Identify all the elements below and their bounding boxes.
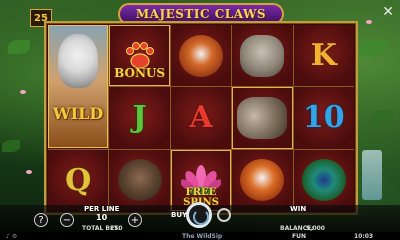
reel-cell-j: J [109, 87, 170, 149]
waterfall [362, 150, 382, 200]
reel-cell-10: 10 [293, 87, 354, 149]
petal-decoration [26, 170, 32, 174]
per-line-value: 10 [96, 213, 108, 222]
plus-button[interactable]: + [128, 213, 142, 227]
elephant-icon [237, 96, 288, 139]
buy-button[interactable]: BUY [171, 211, 187, 219]
minus-button[interactable]: − [60, 213, 74, 227]
game-title: MAJESTIC CLAWS [135, 7, 267, 21]
peacock-icon [301, 159, 346, 202]
reel-cell-k: K [293, 25, 354, 87]
win-label: WIN [290, 205, 307, 213]
reel-frame: BONUS K J A 10 Q FREE WILD [44, 21, 358, 215]
reel-cell-elephants [232, 87, 293, 149]
bonus-label: BONUS [114, 66, 166, 81]
status-bar: ♪ ⚙ The WildSip FUN 10:03 [0, 232, 400, 240]
reel-cell-bear [109, 149, 170, 211]
reel-cell-red-panda [232, 149, 293, 211]
leaf-decoration [372, 110, 394, 124]
j-symbol: J [132, 100, 147, 136]
leaf-decoration [2, 140, 20, 152]
elephant-icon [240, 34, 285, 77]
balance-value: 5,000 [306, 225, 325, 232]
petal-decoration [20, 90, 26, 94]
tiger-icon [58, 34, 98, 88]
reel-cell-q: Q [48, 149, 109, 211]
sound-icon[interactable]: ♪ ⚙ [6, 233, 17, 240]
red-panda-icon [178, 34, 223, 77]
q-symbol: Q [65, 162, 92, 198]
leaf-decoration [360, 40, 386, 56]
wild-label: WILD [52, 104, 104, 123]
spin-button[interactable] [186, 202, 212, 228]
currency-label: FUN [292, 233, 306, 240]
brand-label: The WildSip [182, 233, 223, 240]
reel-cell-bonus: BONUS [109, 25, 170, 87]
reel-cell-a: A [170, 87, 232, 149]
close-icon[interactable]: ✕ [382, 4, 394, 20]
per-line-label: PER LINE [84, 205, 120, 213]
ten-symbol: 10 [302, 100, 345, 136]
clock: 10:03 [354, 233, 374, 240]
reel-cell-peacock [293, 149, 354, 211]
wild-tiger-symbol: WILD [48, 25, 108, 148]
k-symbol: K [310, 38, 337, 74]
autoplay-icon[interactable] [217, 208, 231, 222]
reel-cell-elephant [232, 25, 293, 87]
help-button[interactable]: ? [34, 213, 48, 227]
red-panda-icon [240, 159, 285, 202]
leaf-decoration [8, 40, 30, 54]
bear-icon [117, 159, 162, 202]
a-symbol: A [189, 100, 213, 136]
total-bet-value: 250 [110, 225, 123, 232]
reel-cell-red-panda [170, 25, 232, 87]
petal-decoration [366, 20, 372, 24]
